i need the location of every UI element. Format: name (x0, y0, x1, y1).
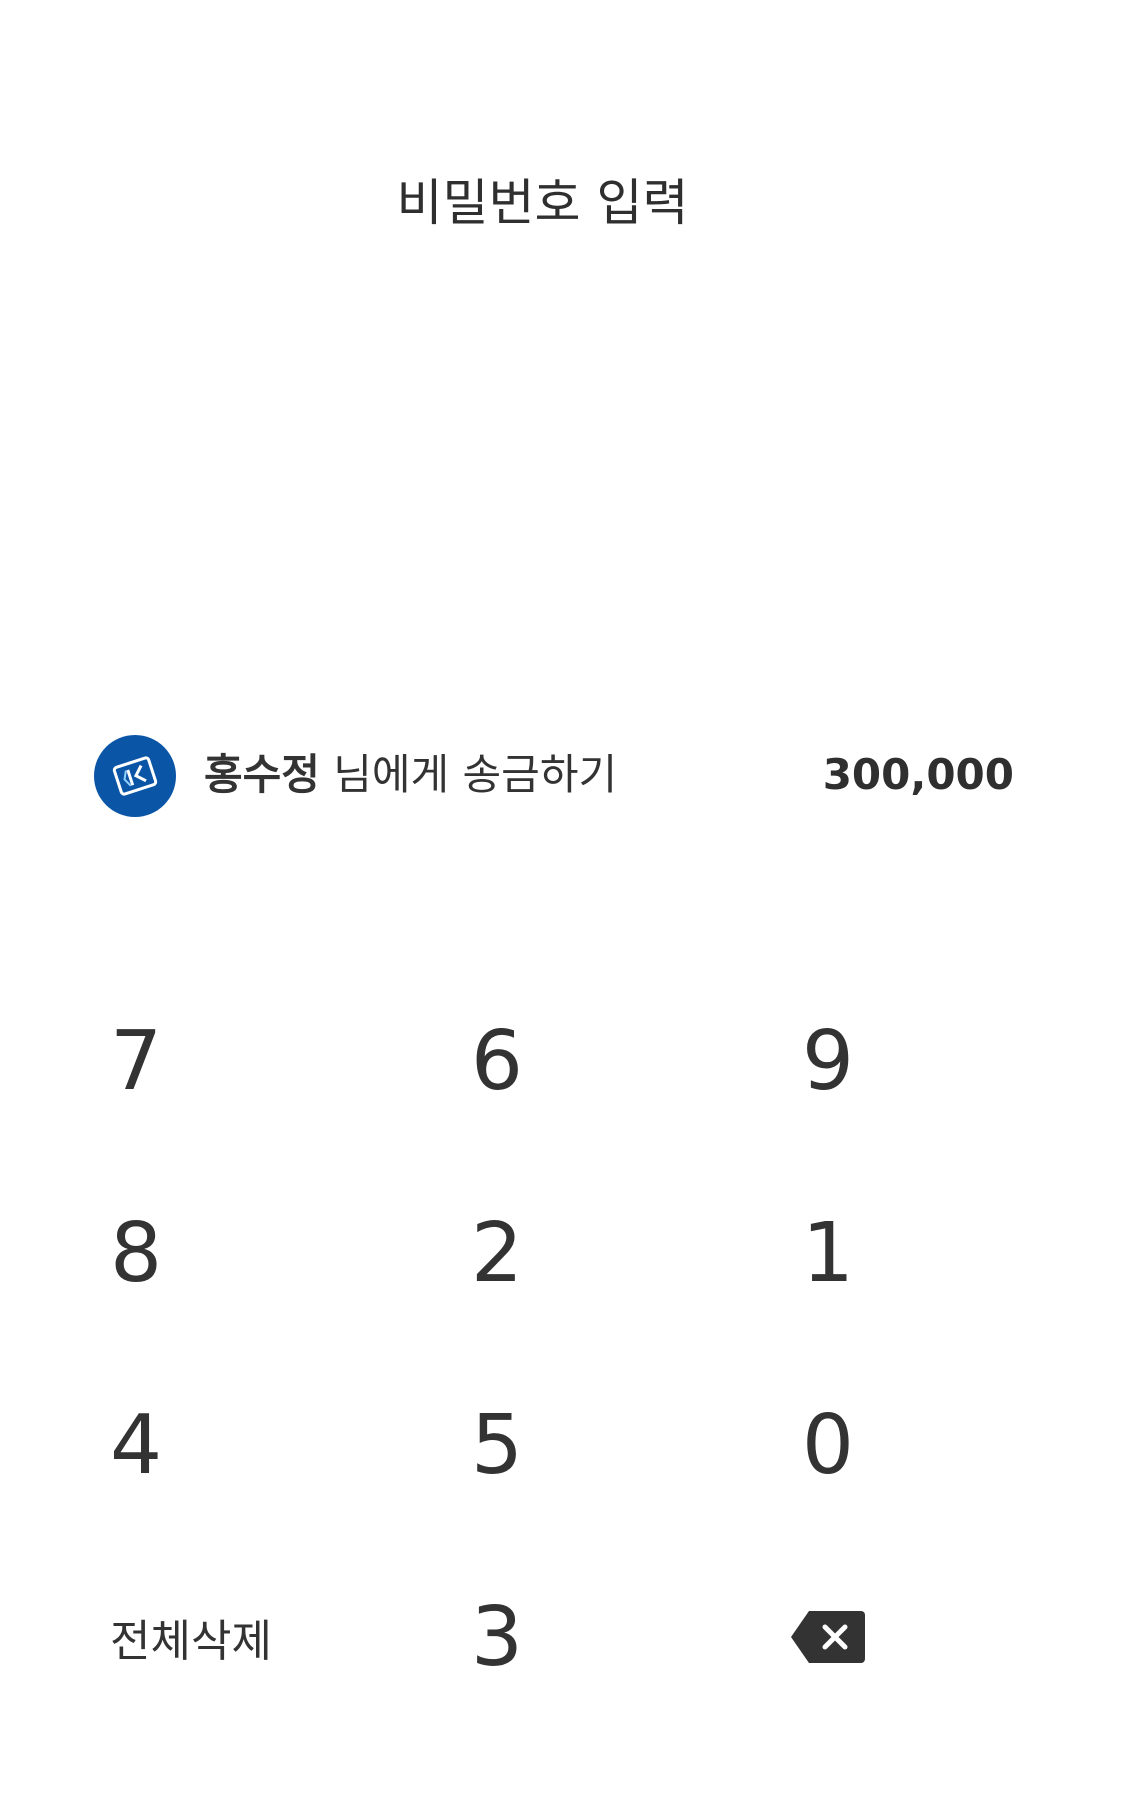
key-4[interactable]: 4 (110, 1349, 332, 1541)
key-2[interactable]: 2 (332, 1157, 662, 1349)
key-6[interactable]: 6 (332, 965, 662, 1157)
transfer-action-text: 님에게 송금하기 (319, 750, 618, 799)
pin-keypad: 7 6 9 8 2 1 4 5 0 전체삭제 3 (0, 965, 1125, 1733)
backspace-icon (791, 1611, 865, 1663)
page-title: 비밀번호 입력 (396, 174, 689, 232)
backspace-button[interactable] (662, 1541, 994, 1733)
key-9[interactable]: 9 (662, 965, 994, 1157)
bank-logo-icon (94, 735, 176, 817)
key-8[interactable]: 8 (110, 1157, 332, 1349)
key-0[interactable]: 0 (662, 1349, 994, 1541)
transfer-amount: 300,000 (822, 750, 1014, 799)
key-3[interactable]: 3 (332, 1541, 662, 1733)
delete-all-button[interactable]: 전체삭제 (110, 1541, 332, 1733)
transfer-summary: 홍수정 님에게 송금하기 300,000 (94, 735, 1014, 817)
transfer-description: 홍수정 님에게 송금하기 (204, 745, 617, 805)
key-7[interactable]: 7 (110, 965, 332, 1157)
recipient-name: 홍수정 (204, 750, 320, 799)
key-5[interactable]: 5 (332, 1349, 662, 1541)
key-1[interactable]: 1 (662, 1157, 994, 1349)
